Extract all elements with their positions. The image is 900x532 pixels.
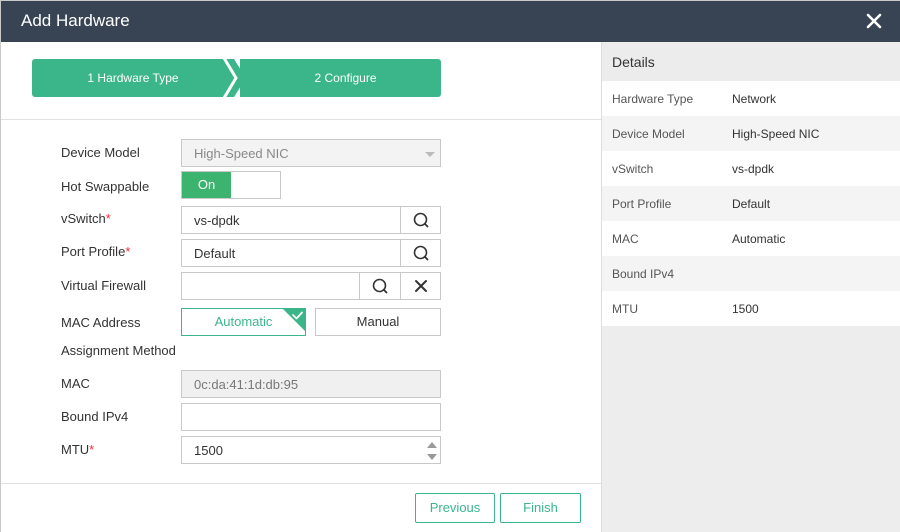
mtu-label: MTU* [61,442,94,457]
details-panel: Details Hardware Type Network Device Mod… [601,42,900,532]
vswitch-value: vs-dpdk [194,213,240,228]
wizard-chevron-icon [222,59,246,97]
search-icon [413,212,429,227]
details-header: Details [602,42,900,81]
details-key: MTU [612,302,638,316]
add-hardware-dialog: Add Hardware 1 Hardware Type 2 Configure… [0,0,900,532]
details-title: Details [612,54,655,70]
hot-swappable-label: Hot Swappable [61,179,150,194]
close-icon [414,280,427,292]
search-icon [413,245,429,260]
mtu-value: 1500 [194,443,223,458]
details-row: Bound IPv4 [602,256,900,291]
previous-button[interactable]: Previous [415,493,495,523]
virtual-firewall-input[interactable] [181,272,441,300]
hot-swappable-toggle[interactable]: On [181,171,281,199]
wizard-step-hardware-type[interactable]: 1 Hardware Type [32,59,234,97]
mac-value: 0c:da:41:1d:db:95 [194,377,299,392]
divider [1,483,601,484]
device-model-value: High-Speed NIC [194,146,289,161]
automatic-option-label: Automatic [214,314,273,329]
details-key: MAC [612,232,639,246]
dialog-title: Add Hardware [21,11,130,30]
virtual-firewall-search-button[interactable] [359,273,399,299]
vswitch-label: vSwitch* [61,211,111,226]
details-row: MTU 1500 [602,291,900,326]
details-row: Device Model High-Speed NIC [602,116,900,151]
close-icon[interactable] [865,12,883,30]
details-key: Device Model [612,127,685,141]
details-key: Port Profile [612,197,672,211]
virtual-firewall-clear-button[interactable] [400,273,440,299]
chevron-down-icon [425,152,435,157]
details-key: Bound IPv4 [612,267,675,281]
mtu-input[interactable]: 1500 [181,436,441,464]
details-key: Hardware Type [612,92,694,106]
vswitch-label-text: vSwitch [61,211,106,226]
mac-method-automatic-option[interactable]: Automatic [181,308,306,336]
required-mark: * [105,211,111,226]
details-row: vSwitch vs-dpdk [602,151,900,186]
details-value: High-Speed NIC [732,127,820,141]
bound-ipv4-input[interactable] [181,403,441,431]
mac-label: MAC [61,376,90,391]
selected-check-icon [283,309,305,331]
device-model-label: Device Model [61,145,140,160]
port-profile-label-text: Port Profile [61,244,126,259]
wizard-steps: 1 Hardware Type 2 Configure [32,59,441,97]
device-model-select: High-Speed NIC [181,139,441,167]
mac-method-label-line2: Assignment Method [61,343,176,358]
port-profile-label: Port Profile* [61,244,130,259]
details-value: Network [732,92,777,106]
details-value: 1500 [732,302,759,316]
port-profile-value: Default [194,246,236,261]
divider [1,119,601,120]
port-profile-search-button[interactable] [400,240,440,266]
details-value: Automatic [732,232,786,246]
bound-ipv4-label: Bound IPv4 [61,409,129,424]
search-icon [372,278,388,293]
toggle-on-state: On [182,172,231,198]
virtual-firewall-label: Virtual Firewall [61,278,147,293]
vswitch-search-button[interactable] [400,207,440,233]
details-key: vSwitch [612,162,654,176]
finish-button[interactable]: Finish [500,493,581,523]
required-mark: * [125,244,131,259]
number-stepper-icon[interactable] [426,440,438,462]
wizard-step-configure[interactable]: 2 Configure [240,59,441,97]
mac-method-label-line1: MAC Address [61,315,141,330]
mtu-label-text: MTU [61,442,90,457]
port-profile-input[interactable]: Default [181,239,441,267]
details-row: Hardware Type Network [602,81,900,116]
details-value: vs-dpdk [732,162,775,176]
details-row: MAC Automatic [602,221,900,256]
mac-field: 0c:da:41:1d:db:95 [181,370,441,398]
vswitch-input[interactable]: vs-dpdk [181,206,441,234]
details-value: Default [732,197,771,211]
required-mark: * [89,442,95,457]
details-row: Port Profile Default [602,186,900,221]
mac-method-manual-option[interactable]: Manual [315,308,441,336]
config-panel: 1 Hardware Type 2 Configure Device Model… [1,42,601,532]
dialog-titlebar: Add Hardware [1,1,900,42]
